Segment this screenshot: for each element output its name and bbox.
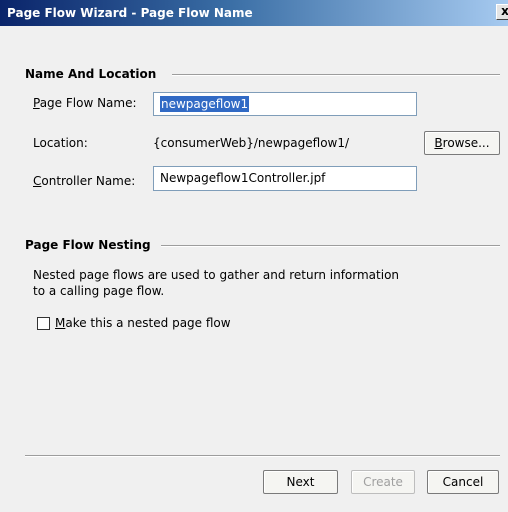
- section-divider: [161, 245, 500, 247]
- section-title-nesting: Page Flow Nesting: [25, 238, 151, 252]
- page-flow-name-input[interactable]: newpageflow1: [153, 92, 417, 116]
- title-bar[interactable]: Page Flow Wizard - Page Flow Name x: [0, 0, 508, 26]
- cancel-button[interactable]: Cancel: [427, 470, 499, 494]
- nested-page-flow-checkbox[interactable]: [37, 317, 50, 330]
- create-button[interactable]: Create: [351, 470, 415, 494]
- controller-name-value: Newpageflow1Controller.jpf: [160, 171, 326, 185]
- close-button[interactable]: x: [496, 4, 508, 20]
- location-value: {consumerWeb}/newpageflow1/: [153, 136, 350, 150]
- browse-button[interactable]: Browse...: [424, 131, 500, 155]
- next-button[interactable]: Next: [263, 470, 338, 494]
- nested-page-flow-checkbox-label[interactable]: Make this a nested page flow: [55, 316, 231, 330]
- footer-divider: [25, 455, 500, 457]
- nesting-description-line-2: to a calling page flow.: [33, 284, 165, 298]
- page-flow-name-value: newpageflow1: [160, 96, 250, 112]
- section-title-name-location: Name And Location: [25, 67, 157, 81]
- nesting-description-line-1: Nested page flows are used to gather and…: [33, 268, 400, 282]
- close-icon: x: [501, 4, 508, 18]
- controller-name-label: Controller Name:: [33, 174, 136, 188]
- nesting-description: Nested page flows are used to gather and…: [33, 267, 453, 299]
- controller-name-input[interactable]: Newpageflow1Controller.jpf: [153, 166, 417, 191]
- location-label: Location:: [33, 136, 88, 150]
- section-divider: [172, 74, 500, 76]
- window-title: Page Flow Wizard - Page Flow Name: [7, 6, 253, 20]
- page-flow-name-label: Page Flow Name:: [33, 96, 137, 110]
- wizard-window: Page Flow Wizard - Page Flow Name x Name…: [0, 0, 508, 512]
